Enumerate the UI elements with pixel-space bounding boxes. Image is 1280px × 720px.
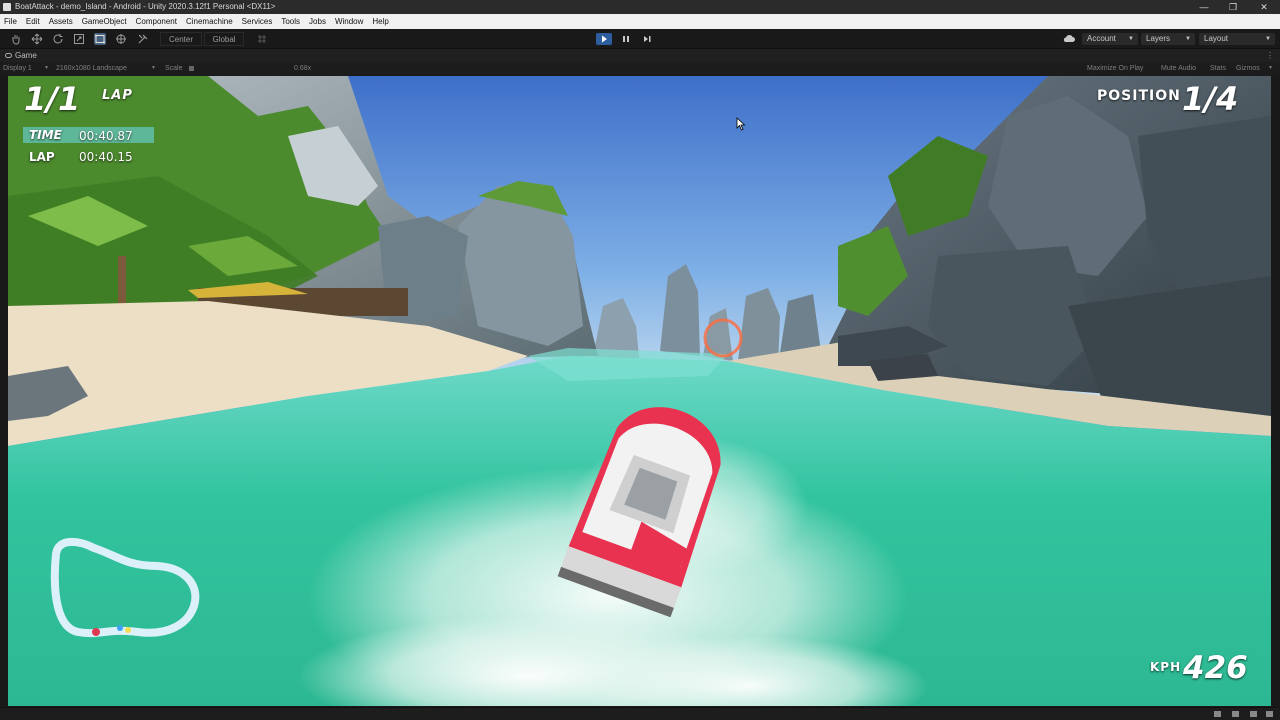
main-toolbar: Center Global Account ▼ Layers ▼ Layout …: [0, 29, 1280, 49]
window-title: BoatAttack - demo_Island - Android - Uni…: [15, 2, 276, 11]
play-button[interactable]: [596, 33, 612, 45]
tab-menu-icon[interactable]: ⋮: [1266, 49, 1274, 62]
chevron-down-icon: ▼: [1128, 36, 1134, 42]
status-icon[interactable]: [1232, 711, 1239, 717]
layers-dropdown[interactable]: Layers ▼: [1141, 33, 1195, 45]
chevron-down-icon: ▼: [1268, 65, 1273, 71]
cloud-icon[interactable]: [1062, 33, 1076, 45]
display-dropdown[interactable]: Display 1: [3, 62, 32, 75]
unity-icon: [3, 3, 11, 11]
account-dropdown[interactable]: Account ▼: [1082, 33, 1138, 45]
menu-file[interactable]: File: [4, 14, 17, 29]
chevron-down-icon: ▼: [151, 65, 156, 71]
status-icon[interactable]: [1250, 711, 1257, 717]
layers-label: Layers: [1146, 34, 1171, 43]
status-bar: [0, 707, 1280, 720]
menu-help[interactable]: Help: [372, 14, 388, 29]
game-viewport[interactable]: 1/1 LAP TIME 00:40.87 LAP 00:40.15 POSIT…: [8, 76, 1271, 706]
pause-button[interactable]: [618, 33, 634, 45]
mute-audio-toggle[interactable]: Mute Audio: [1161, 62, 1196, 75]
layout-dropdown[interactable]: Layout ▼: [1199, 33, 1275, 45]
game-view-controls: Display 1 ▼ 2160x1080 Landscape ▼ Scale …: [0, 62, 1280, 75]
play-icon: [602, 35, 607, 43]
gizmos-toggle[interactable]: Gizmos: [1236, 62, 1260, 75]
pivot-toggle-label: Center: [168, 35, 193, 44]
scale-value: 0.68x: [294, 65, 312, 72]
pivot-toggle[interactable]: Center: [160, 32, 202, 46]
menu-component[interactable]: Component: [136, 14, 177, 29]
hud-position-value: 1/4: [1182, 80, 1239, 118]
player-marker: [92, 628, 100, 636]
status-icon[interactable]: [1266, 711, 1273, 717]
menu-cinemachine[interactable]: Cinemachine: [186, 14, 233, 29]
grid-snap-icon[interactable]: [256, 33, 268, 45]
hud-lap-count: 1/1: [24, 80, 81, 118]
menu-services[interactable]: Services: [242, 14, 273, 29]
hud-speed-label: KPH: [1150, 660, 1182, 674]
hud-speed-value: 426: [1183, 650, 1248, 686]
scale-slider-handle[interactable]: [189, 66, 194, 71]
game-view-icon: [5, 53, 12, 58]
chevron-down-icon: ▼: [44, 65, 49, 71]
hand-tool-icon[interactable]: [10, 33, 22, 45]
space-toggle-label: Global: [212, 35, 236, 44]
hud-time-label: TIME: [29, 128, 62, 142]
stats-toggle[interactable]: Stats: [1210, 62, 1226, 75]
rect-tool-icon[interactable]: [94, 33, 106, 45]
step-button[interactable]: [639, 33, 655, 45]
hud-position-label: POSITION: [1097, 88, 1181, 104]
hud-lap-label: LAP: [102, 88, 133, 103]
menu-edit[interactable]: Edit: [26, 14, 40, 29]
account-label: Account: [1087, 34, 1116, 43]
scale-label: Scale: [165, 65, 183, 72]
chevron-down-icon: ▼: [1185, 36, 1191, 42]
status-icon[interactable]: [1214, 711, 1221, 717]
step-icon: [644, 36, 651, 42]
resolution-dropdown[interactable]: 2160x1080 Landscape: [56, 62, 127, 75]
menu-bar: File Edit Assets GameObject Component Ci…: [0, 14, 1280, 29]
tab-game[interactable]: Game: [15, 49, 37, 62]
transform-tool-icon[interactable]: [115, 33, 127, 45]
menu-window[interactable]: Window: [335, 14, 363, 29]
hud-time-value: 00:40.87: [79, 129, 133, 143]
move-tool-icon[interactable]: [31, 33, 43, 45]
maximize-on-play-toggle[interactable]: Maximize On Play: [1087, 62, 1143, 75]
menu-assets[interactable]: Assets: [49, 14, 73, 29]
menu-gameobject[interactable]: GameObject: [82, 14, 127, 29]
game-scene: [8, 76, 1271, 706]
mouse-cursor-icon: [736, 117, 746, 131]
scale-tool-icon[interactable]: [73, 33, 85, 45]
rotate-tool-icon[interactable]: [52, 33, 64, 45]
layout-label: Layout: [1204, 34, 1229, 43]
space-toggle[interactable]: Global: [204, 32, 244, 46]
custom-tool-icon[interactable]: [137, 33, 149, 45]
hud-lap-time-value: 00:40.15: [79, 150, 133, 164]
menu-jobs[interactable]: Jobs: [309, 14, 326, 29]
hud-lap-time-label: LAP: [29, 150, 55, 164]
maximize-button[interactable]: ❐: [1219, 0, 1247, 14]
minimize-button[interactable]: —: [1190, 0, 1218, 14]
menu-tools[interactable]: Tools: [281, 14, 300, 29]
chevron-down-icon: ▼: [1265, 36, 1271, 42]
game-tab-strip: Game ⋮: [0, 49, 1280, 62]
window-title-bar: BoatAttack - demo_Island - Android - Uni…: [0, 0, 1280, 14]
pause-icon: [623, 36, 629, 42]
close-button[interactable]: ✕: [1250, 0, 1278, 14]
